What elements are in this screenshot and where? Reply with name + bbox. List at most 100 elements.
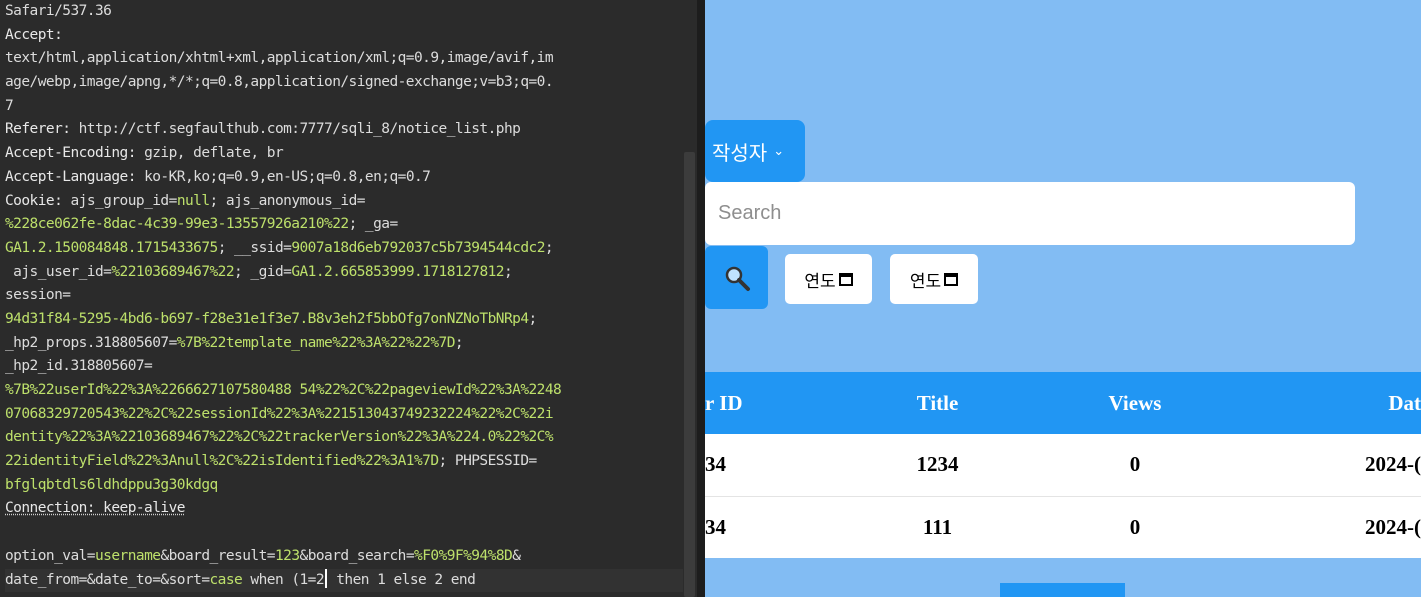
editor-token: ; PHPSESSID= [438,453,538,470]
date-to-field[interactable]: 연도 [890,254,978,304]
editor-token: ; _gid= [234,263,292,280]
editor-token: Accept: [5,26,63,43]
text-cursor [325,568,328,588]
editor-token: gzip, deflate, br [144,145,284,162]
editor-line[interactable]: _hp2_id.318805607= [5,355,683,379]
calendar-icon[interactable] [838,272,853,286]
editor-token: 9007a18d6eb792037c5b7394544cdc2 [291,239,545,256]
table-row[interactable]: 34 111 0 2024-( [705,495,1421,558]
editor-line[interactable]: Connection: keep-alive [5,497,683,521]
chevron-down-icon: ⌄ [773,143,785,159]
header-views[interactable]: Views [1065,372,1205,434]
cell-title[interactable]: 111 [810,495,1065,558]
editor-line[interactable]: 22identityField%22%3Anull%2C%22isIdentif… [5,450,683,474]
editor-line[interactable]: text/html,application/xhtml+xml,applicat… [5,47,683,71]
header-date[interactable]: Dat [1205,372,1421,434]
web-page: 작성자 ⌄ 연도 연도 r ID Title Views Dat 34 1234… [705,0,1421,597]
editor-token: 07068329720543%22%2C%22sessionId%22%3A%2… [5,405,554,422]
cell-title[interactable]: 1234 [810,434,1065,496]
request-editor[interactable]: Safari/537.36 Accept: text/html,applicatio… [0,0,700,597]
table-header-row: r ID Title Views Dat [705,372,1421,434]
editor-token: ; [454,334,464,351]
editor-line[interactable]: %7B%22userId%22%3A%2266627107580488 54%2… [5,379,683,403]
editor-token: 94d31f84-5295-4bd6-b697-f28e31e1f3e7.B8v… [5,310,529,327]
editor-line[interactable]: date_from=&date_to=&sort=case when (1=2 … [5,568,683,593]
date-from-text: 연도 [804,271,836,292]
editor-line[interactable]: bfglqbtdls6ldhdppu3g30kdgq [5,474,683,498]
editor-token: dentity%22%3A%22103689467%22%2C%22tracke… [5,429,554,446]
editor-token: _hp2_props.318805607= [5,334,177,351]
editor-line[interactable]: Cookie: ajs_group_id=null; ajs_anonymous… [5,190,683,214]
editor-token: & [512,547,521,564]
request-text[interactable]: Safari/537.36 Accept: text/html,applicatio… [5,0,683,593]
header-id[interactable]: r ID [705,372,810,434]
editor-token: Safari/537.36 [5,3,112,19]
editor-token: option_val= [5,547,96,564]
editor-token: %228ce062fe-8dac-4c39-99e3-13557926a210%… [5,216,349,233]
editor-line[interactable]: Accept-Language: ko-KR,ko;q=0.9,en-US;q=… [5,166,683,190]
editor-line[interactable]: GA1.2.150084848.1715433675; __ssid=9007a… [5,237,683,261]
editor-line[interactable]: session= [5,284,683,308]
editor-line[interactable]: Safari/537.36 [5,0,683,24]
editor-token: date_from=&date_to=&sort= [5,571,210,588]
editor-token: %F0%9F%94%8D [414,547,513,564]
editor-token: = [168,192,178,209]
editor-token: 7 [5,97,14,114]
editor-line[interactable]: _hp2_props.318805607=%7B%22template_name… [5,332,683,356]
editor-token: text/html,application/xhtml+xml,applicat… [5,50,554,67]
editor-line[interactable]: 7 [5,95,683,119]
date-from-field[interactable]: 연도 [785,254,872,304]
table-row[interactable]: 34 1234 0 2024-( [705,434,1421,496]
editor-token: &board_result= [160,547,275,564]
cell-id: 34 [705,452,726,477]
editor-line[interactable]: Referer: http://ctf.segfaulthub.com:7777… [5,118,683,142]
editor-token: ko-KR,ko;q=0.9,en-US;q=0.8,en;q=0.7 [144,168,431,185]
header-title[interactable]: Title [810,372,1065,434]
editor-token: ; [544,239,554,256]
editor-line[interactable]: ajs_user_id=%22103689467%22; _gid=GA1.2.… [5,261,683,285]
editor-token: case [209,571,243,588]
editor-token: Accept-Language: [5,168,145,185]
editor-token: GA1.2.150084848.1715433675 [5,239,218,256]
editor-token: %7B%22template_name%22%3A%22%22%7D [176,334,456,351]
pane-divider[interactable] [697,0,705,597]
magnifier-icon [725,266,750,291]
editor-line[interactable]: %228ce062fe-8dac-4c39-99e3-13557926a210%… [5,213,683,237]
editor-token: GA1.2.665853999.1718127812 [291,263,504,280]
search-button[interactable] [705,246,768,309]
editor-token: &board_search= [299,547,415,564]
editor-token: when (1=2 [242,571,325,588]
editor-token: _hp2_id.318805607= [5,358,153,375]
editor-line[interactable]: option_val=username&board_result=123&boa… [5,545,683,569]
editor-line[interactable]: 07068329720543%22%2C%22sessionId%22%3A%2… [5,403,683,427]
calendar-icon[interactable] [944,272,959,286]
search-option-label: 작성자 [712,140,768,165]
pagination-button[interactable] [1000,583,1125,597]
editor-token: bfglqbtdls6ldhdppu3g30kdgq [5,476,218,493]
cell-views: 0 [1129,452,1141,477]
editor-token: ; [528,310,538,327]
editor-token: then 1 else 2 end [328,571,476,588]
editor-token: ajs_group_id [70,192,169,209]
editor-token: Accept-Encoding: [5,145,145,162]
editor-token: ; _ga= [348,216,399,233]
results-table: r ID Title Views Dat 34 1234 0 2024-( 34… [705,372,1421,558]
cell-id: 34 [705,495,810,558]
editor-token: null [176,192,210,209]
editor-token: age/webp,image/apng,*/*;q=0.8,applicatio… [5,74,554,91]
editor-line[interactable]: 94d31f84-5295-4bd6-b697-f28e31e1f3e7.B8v… [5,308,683,332]
search-input[interactable] [705,182,1355,245]
search-option-select[interactable]: 작성자 ⌄ [705,120,805,182]
cell-date: 2024-( [1205,495,1421,558]
cell-views: 0 [1065,495,1205,558]
editor-token: %22103689467%22 [111,263,235,280]
editor-line[interactable]: dentity%22%3A%22103689467%22%2C%22tracke… [5,426,683,450]
editor-line[interactable]: Accept: [5,24,683,48]
editor-line[interactable]: Accept-Encoding: gzip, deflate, br [5,142,683,166]
editor-token: Referer: [5,121,79,138]
editor-token: http://ctf.segfaulthub.com:7777/sqli_8/n… [78,121,521,138]
editor-line[interactable]: age/webp,image/apng,*/*;q=0.8,applicatio… [5,71,683,95]
editor-scrollbar-thumb[interactable] [684,152,695,597]
editor-token: Cookie: [5,192,71,209]
editor-line[interactable] [5,521,683,545]
